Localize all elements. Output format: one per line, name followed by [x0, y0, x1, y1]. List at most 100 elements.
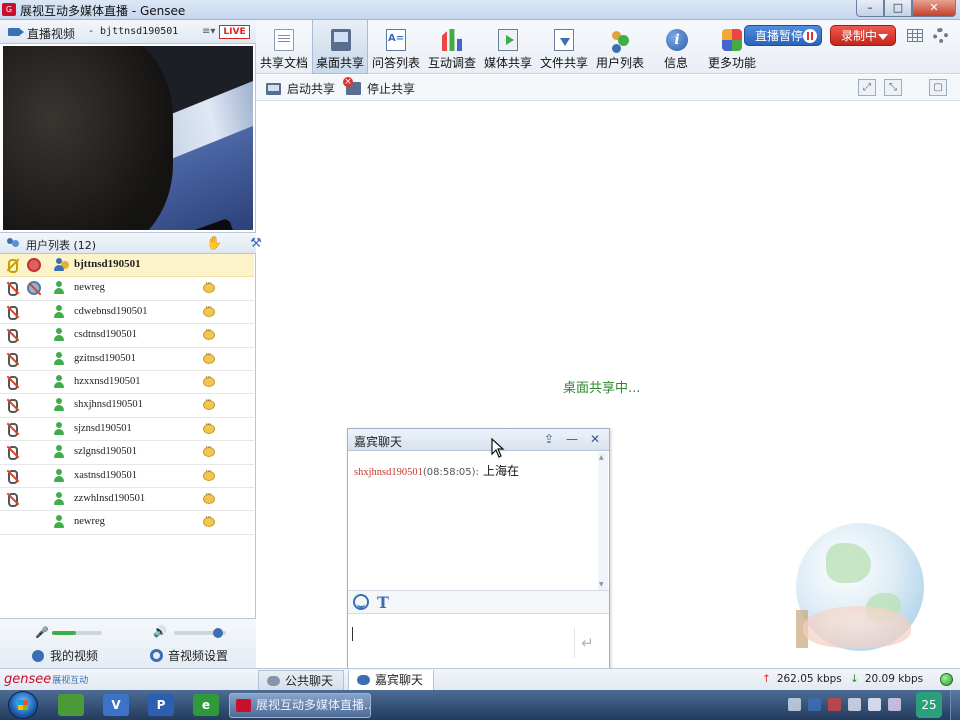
- dock-icon[interactable]: ⇪: [541, 431, 557, 447]
- tool-survey[interactable]: 互动调查: [424, 20, 480, 74]
- taskbar-pin-app-icon[interactable]: [58, 694, 84, 716]
- mic-disabled-icon[interactable]: [5, 328, 20, 344]
- layout-grid-icon[interactable]: [907, 29, 923, 42]
- user-row[interactable]: newreg: [0, 511, 254, 535]
- minimize-icon[interactable]: —: [564, 431, 580, 447]
- key-icon[interactable]: [5, 258, 20, 273]
- actual-size-icon[interactable]: ⤡: [884, 79, 902, 96]
- mic-disabled-icon[interactable]: [5, 469, 20, 484]
- av-settings-button[interactable]: 音视频设置: [150, 647, 228, 664]
- user-row[interactable]: cdwebnsd190501: [0, 301, 254, 325]
- private-chat-icon[interactable]: [203, 396, 215, 411]
- taskbar-pin-p-app-icon[interactable]: P: [148, 694, 174, 716]
- mic-volume-slider[interactable]: [52, 631, 102, 635]
- tool-shared-documents[interactable]: 共享文档: [256, 20, 312, 74]
- maximize-button[interactable]: □: [884, 0, 912, 17]
- user-row[interactable]: xastnsd190501: [0, 465, 254, 488]
- private-chat-icon[interactable]: [203, 279, 215, 294]
- private-chat-icon[interactable]: [203, 326, 215, 341]
- start-button[interactable]: [8, 691, 38, 719]
- camera-disabled-icon[interactable]: [27, 281, 42, 296]
- close-icon[interactable]: ✕: [587, 431, 603, 447]
- private-chat-icon[interactable]: [203, 303, 215, 317]
- raise-hand-icon[interactable]: ✋: [206, 236, 222, 251]
- pause-live-button[interactable]: 直播暂停: [744, 25, 822, 46]
- tray-help-icon[interactable]: [808, 698, 821, 711]
- tray-badge[interactable]: 25: [916, 692, 942, 718]
- stop-share-button[interactable]: 停止共享: [343, 77, 416, 97]
- mic-disabled-icon[interactable]: [5, 352, 20, 367]
- taskbar-task-gensee[interactable]: 展视互动多媒体直播...: [229, 693, 371, 718]
- tray-keyboard-icon[interactable]: [788, 698, 801, 711]
- mic-disabled-icon[interactable]: [5, 445, 20, 461]
- tool-info[interactable]: i 信息: [648, 20, 704, 74]
- tray-network-icon[interactable]: [848, 698, 861, 711]
- taskbar-pin-v-app-icon[interactable]: V: [103, 694, 129, 716]
- bottom-status-bar: gensee展视互动 公共聊天 嘉宾聊天 ↑ 262.05 kbps ↓ 20.09…: [0, 668, 960, 691]
- user-row[interactable]: szlgnsd190501: [0, 441, 254, 465]
- tool-file-share[interactable]: 文件共享: [536, 20, 592, 74]
- slider-handle[interactable]: [213, 628, 224, 638]
- app-logo-icon: G: [2, 3, 16, 16]
- chat-scrollbar[interactable]: [598, 452, 608, 590]
- live-video-feed[interactable]: [3, 46, 253, 230]
- chat-input[interactable]: [348, 615, 573, 668]
- microphone-icon[interactable]: 🎤: [35, 626, 49, 639]
- mic-disabled-icon[interactable]: [5, 375, 20, 390]
- tool-label: 互动调查: [427, 56, 476, 70]
- upload-speed-value: 262.05 kbps: [776, 673, 842, 685]
- mic-disabled-icon[interactable]: [5, 492, 20, 507]
- private-chat-icon[interactable]: [203, 420, 215, 434]
- send-icon[interactable]: ↵: [574, 628, 600, 658]
- speaker-volume-slider[interactable]: [174, 628, 226, 638]
- fit-window-icon[interactable]: ⤢: [858, 79, 876, 96]
- my-video-button[interactable]: 我的视频: [32, 647, 98, 664]
- mic-disabled-icon[interactable]: [5, 398, 20, 414]
- more-functions-icon: [722, 29, 742, 51]
- close-button[interactable]: ✕: [912, 0, 956, 17]
- private-chat-icon[interactable]: [203, 443, 215, 458]
- private-chat-icon[interactable]: [203, 490, 215, 504]
- user-row[interactable]: newreg: [0, 277, 254, 301]
- user-row[interactable]: csdtnsd190501: [0, 324, 254, 348]
- user-row[interactable]: shxjhnsd190501: [0, 394, 254, 418]
- recording-button[interactable]: 录制中: [830, 25, 896, 46]
- user-row[interactable]: zzwhlnsd190501: [0, 488, 254, 512]
- tab-label: 嘉宾聊天: [375, 673, 424, 687]
- emoji-icon[interactable]: [353, 594, 369, 610]
- font-format-icon[interactable]: T: [377, 593, 389, 612]
- tray-security-icon[interactable]: [828, 698, 841, 711]
- user-row[interactable]: hzxxnsd190501: [0, 371, 254, 395]
- video-menu-icon[interactable]: ≡▾: [202, 26, 215, 37]
- private-chat-icon[interactable]: [203, 513, 215, 528]
- taskbar-pin-browser-icon[interactable]: e: [193, 694, 219, 716]
- private-chat-icon[interactable]: [203, 467, 215, 481]
- start-share-button[interactable]: 启动共享: [266, 80, 335, 97]
- stop-share-label: 停止共享: [367, 82, 416, 96]
- tab-public-chat[interactable]: 公共聊天: [258, 670, 344, 691]
- tray-settings-icon[interactable]: [888, 698, 901, 711]
- fullscreen-icon[interactable]: ▢: [929, 79, 947, 96]
- tray-volume-icon[interactable]: [868, 698, 881, 711]
- user-row[interactable]: gzitnsd190501: [0, 348, 254, 371]
- mic-disabled-icon[interactable]: [5, 281, 20, 297]
- user-row[interactable]: sjznsd190501: [0, 418, 254, 442]
- private-chat-icon[interactable]: [203, 350, 215, 364]
- mic-disabled-icon[interactable]: [5, 422, 20, 437]
- tool-user-list[interactable]: 用户列表: [592, 20, 648, 74]
- speaker-icon[interactable]: 🔊: [153, 625, 167, 638]
- show-desktop-button[interactable]: [950, 690, 960, 720]
- mic-disabled-icon[interactable]: [5, 305, 20, 320]
- tool-desktop-share[interactable]: 桌面共享: [312, 20, 368, 74]
- gear-icon[interactable]: [933, 28, 948, 43]
- tool-media-share[interactable]: 媒体共享: [480, 20, 536, 74]
- webcam-icon: [32, 650, 44, 662]
- minimize-button[interactable]: –: [856, 0, 884, 17]
- user-row[interactable]: bjttnsd190501: [0, 254, 254, 278]
- tool-qa-list[interactable]: 问答列表: [368, 20, 424, 74]
- private-chat-icon[interactable]: [203, 373, 215, 387]
- camera-icon[interactable]: [27, 258, 42, 273]
- tab-guest-chat[interactable]: 嘉宾聊天: [348, 670, 434, 691]
- guest-chat-titlebar[interactable]: 嘉宾聊天 ⇪ — ✕: [348, 429, 609, 451]
- user-name: sjznsd190501: [74, 422, 132, 434]
